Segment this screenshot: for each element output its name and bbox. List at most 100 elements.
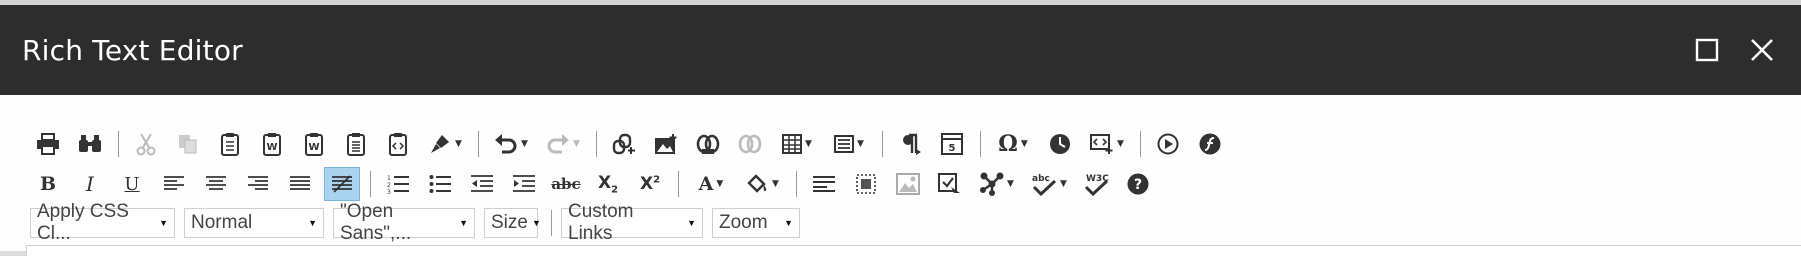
outdent-icon — [471, 175, 493, 192]
bulleted-list-button[interactable] — [422, 167, 458, 201]
outdent-button[interactable] — [464, 167, 500, 201]
find-button[interactable] — [72, 127, 108, 161]
paintbrush-icon — [431, 135, 450, 153]
template-button[interactable]: 5 — [934, 127, 970, 161]
zoom-dropdown[interactable]: Zoom ▼ — [712, 208, 800, 238]
xhtml-validator-button[interactable]: W3C — [1078, 167, 1114, 201]
print-button[interactable] — [30, 127, 66, 161]
toolbar-separator — [796, 171, 797, 197]
copy-button[interactable] — [170, 127, 206, 161]
toolbar-row-3: Apply CSS Cl... ▼ Normal ▼ "Open Sans",.… — [30, 201, 809, 244]
strikethrough-button[interactable]: abc — [548, 167, 584, 201]
highlight-color-button[interactable]: ▼ — [740, 167, 786, 201]
show-paragraphs-button[interactable] — [892, 127, 928, 161]
numbered-list-button[interactable]: 123 — [380, 167, 416, 201]
subscript-icon: X2 — [597, 172, 619, 196]
modules-button[interactable]: ▼ — [974, 167, 1020, 201]
italic-button[interactable]: I — [72, 167, 108, 201]
svg-text:2: 2 — [387, 182, 391, 189]
toolbar-separator — [370, 171, 371, 197]
image-map-button[interactable] — [848, 167, 884, 201]
close-button[interactable] — [1741, 29, 1783, 71]
chevron-down-icon: ▼ — [531, 218, 541, 228]
editor-body: W W ▼ ▼ ▼ ▼ ▼ 5 Ω ▼ ▼ B I U 1 2 3 abc X2… — [0, 95, 1801, 256]
toolbar-separator — [551, 210, 552, 236]
form-checkbox-icon — [938, 173, 960, 193]
font-size-value: Size — [491, 212, 528, 233]
hyperlink-manager-button[interactable] — [690, 127, 726, 161]
clipboard-icon — [221, 133, 239, 156]
apply-css-class-value: Apply CSS Cl... — [37, 201, 129, 244]
bulleted-list-icon — [429, 175, 451, 193]
maximize-button[interactable] — [1686, 29, 1728, 71]
redo-button[interactable]: ▼ — [540, 127, 586, 161]
superscript-icon: X2 — [639, 174, 661, 194]
remove-link-button[interactable] — [732, 127, 768, 161]
align-center-button[interactable] — [198, 167, 234, 201]
align-right-icon — [248, 176, 268, 190]
table-properties-icon — [834, 135, 855, 153]
chevron-down-icon: ▼ — [687, 218, 696, 228]
clipboard-word-icon: W — [263, 133, 281, 156]
insert-snippet-button[interactable]: ▼ — [1084, 127, 1130, 161]
align-left-button[interactable] — [156, 167, 192, 201]
apply-css-class-dropdown[interactable]: Apply CSS Cl... ▼ — [30, 201, 175, 244]
font-name-value: "Open Sans",... — [340, 201, 412, 244]
insert-table-button[interactable]: ▼ — [774, 127, 820, 161]
svg-text:abc: abc — [1032, 174, 1050, 184]
svg-text:3: 3 — [387, 189, 391, 194]
table-properties-button[interactable]: ▼ — [826, 127, 872, 161]
paragraph-style-dropdown[interactable]: Normal ▼ — [184, 208, 324, 238]
svg-text:1: 1 — [387, 175, 391, 182]
table-icon — [782, 134, 803, 154]
paste-html-button[interactable] — [380, 127, 416, 161]
underline-button[interactable]: U — [114, 167, 150, 201]
cut-button[interactable] — [128, 127, 164, 161]
help-button[interactable]: ? — [1120, 167, 1156, 201]
font-name-dropdown[interactable]: "Open Sans",... ▼ — [333, 201, 475, 244]
special-character-button[interactable]: Ω ▼ — [990, 127, 1036, 161]
chevron-down-icon: ▼ — [857, 139, 864, 149]
svg-text:?: ? — [1134, 177, 1142, 193]
flash-button[interactable] — [1192, 127, 1228, 161]
paragraph-style-icon — [813, 176, 835, 192]
bold-button[interactable]: B — [30, 167, 66, 201]
indent-icon — [513, 175, 535, 192]
insert-time-button[interactable] — [1042, 127, 1078, 161]
chevron-down-icon: ▼ — [1020, 139, 1028, 149]
chevron-down-icon: ▼ — [772, 179, 779, 189]
align-right-button[interactable] — [240, 167, 276, 201]
indent-button[interactable] — [506, 167, 542, 201]
insert-link-button[interactable] — [606, 127, 642, 161]
subscript-button[interactable]: X2 — [590, 167, 626, 201]
binoculars-icon — [79, 135, 101, 152]
paragraph-style-button[interactable] — [806, 167, 842, 201]
paste-text-button[interactable] — [338, 127, 374, 161]
toolbar-separator — [678, 171, 679, 197]
clipboard-word-icon: W — [305, 133, 323, 156]
custom-links-dropdown[interactable]: Custom Links ▼ — [561, 201, 703, 244]
font-color-button[interactable]: A ▼ — [688, 167, 734, 201]
paste-word-button[interactable]: W — [254, 127, 290, 161]
paste-word-2-button[interactable]: W — [296, 127, 332, 161]
spellcheck-button[interactable]: abc ▼ — [1026, 167, 1072, 201]
svg-text:W: W — [266, 142, 277, 153]
template-icon: 5 — [941, 133, 963, 155]
chevron-down-icon: ▼ — [521, 139, 528, 149]
format-painter-button[interactable]: ▼ — [422, 127, 468, 161]
image-editor-button[interactable] — [890, 167, 926, 201]
media-button[interactable] — [1150, 127, 1186, 161]
justify-button[interactable] — [282, 167, 318, 201]
toolbar-separator — [882, 131, 883, 157]
insert-image-button[interactable] — [648, 127, 684, 161]
scissors-icon — [136, 133, 156, 156]
chevron-down-icon: ▼ — [455, 139, 462, 149]
form-element-button[interactable] — [932, 167, 968, 201]
font-size-dropdown[interactable]: Size ▼ — [484, 208, 541, 238]
superscript-button[interactable]: X2 — [632, 167, 668, 201]
paste-button[interactable] — [212, 127, 248, 161]
italic-icon: I — [86, 172, 94, 196]
undo-button[interactable]: ▼ — [488, 127, 534, 161]
toolbar-separator — [1140, 131, 1141, 157]
remove-alignment-button[interactable] — [324, 167, 360, 201]
